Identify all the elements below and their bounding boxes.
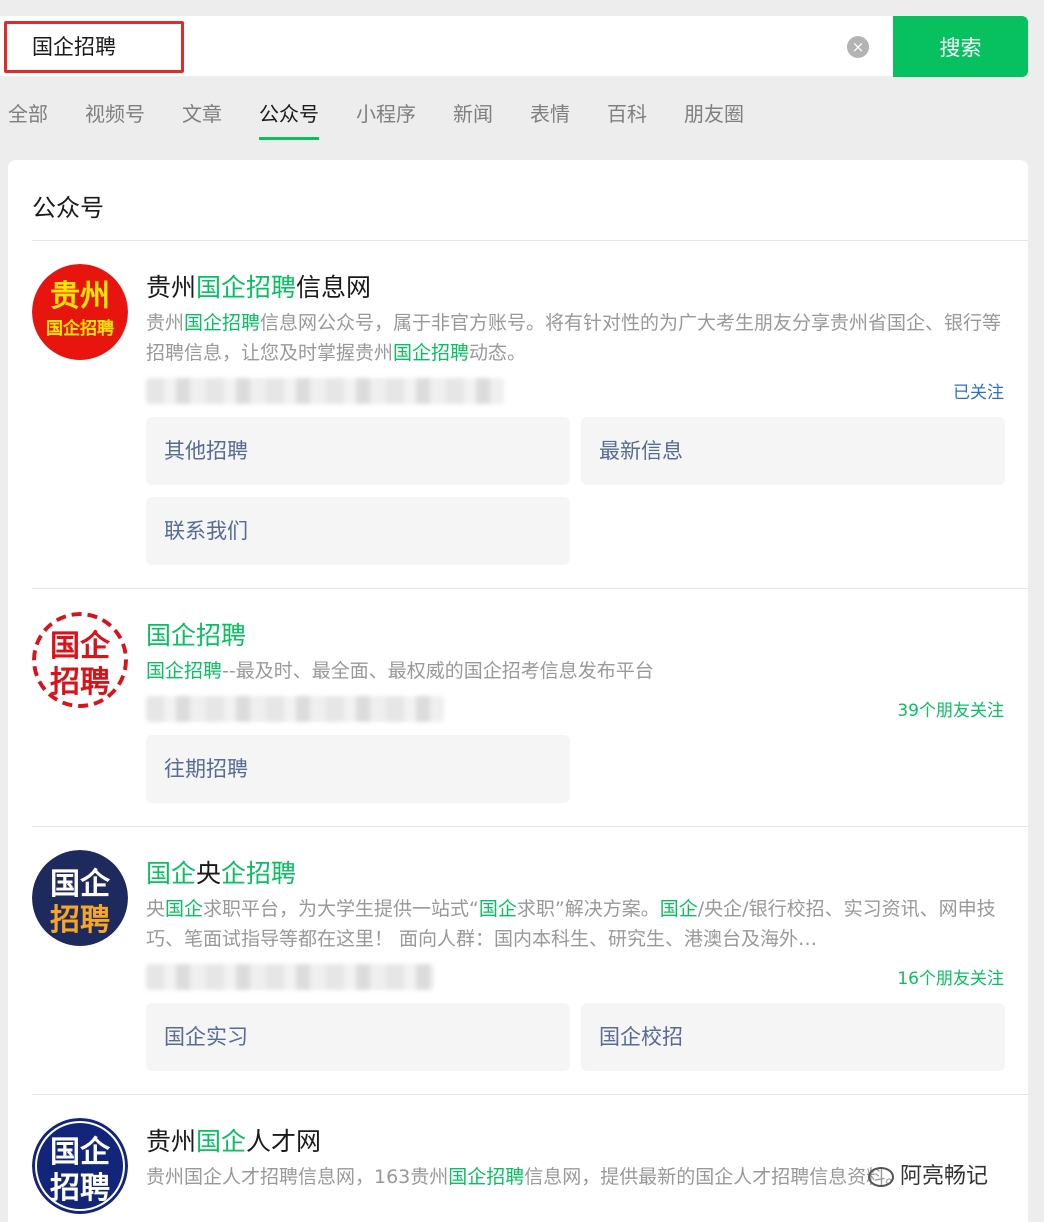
menu-button[interactable]: 最新信息 — [581, 417, 1005, 485]
clear-icon[interactable]: × — [847, 36, 869, 58]
menu-button[interactable]: 往期招聘 — [146, 735, 570, 803]
account-item[interactable]: 国企 招聘 国企央企招聘 央国企求职平台，为大学生提供一站式“国企求职”解决方案… — [32, 850, 1005, 1094]
account-name[interactable]: 国企央企招聘 — [146, 854, 296, 890]
tab-encyclopedia[interactable]: 百科 — [607, 98, 647, 140]
tab-moments[interactable]: 朋友圈 — [684, 98, 744, 140]
avatar-text: 国企 — [50, 1135, 111, 1170]
avatar-text: 贵州 — [50, 279, 110, 314]
tab-articles[interactable]: 文章 — [182, 98, 222, 140]
annotation-highlight-box — [4, 21, 184, 73]
menu-button[interactable]: 其他招聘 — [146, 417, 570, 485]
divider — [32, 1094, 1028, 1095]
blurred-account-id — [146, 696, 444, 722]
avatar-text: 国企 — [50, 629, 111, 664]
follow-status: 16个朋友关注 — [897, 969, 1004, 989]
avatar-text: 国企招聘 — [46, 318, 114, 339]
tab-mini-programs[interactable]: 小程序 — [356, 98, 416, 140]
avatar-text: 招聘 — [50, 903, 110, 938]
watermark: 阿亮畅记 — [868, 1158, 988, 1190]
divider — [32, 826, 1028, 827]
account-avatar[interactable]: 贵州 国企招聘 — [32, 264, 128, 360]
account-avatar[interactable]: 国企 招聘 — [32, 612, 128, 708]
results-card: 公众号 贵州 国企招聘 贵州国企招聘信息网 贵州国企招聘信息网公众号，属于非官方… — [8, 160, 1028, 1222]
follow-status: 39个朋友关注 — [897, 701, 1004, 721]
account-name[interactable]: 国企招聘 — [146, 616, 246, 652]
account-description: 贵州国企招聘信息网公众号，属于非官方账号。将有针对性的为广大考生朋友分享贵州省国… — [146, 312, 1002, 364]
account-avatar[interactable]: 国企 招聘 — [32, 1118, 128, 1214]
account-name[interactable]: 贵州国企招聘信息网 — [146, 268, 371, 304]
blurred-account-id — [146, 964, 434, 990]
divider — [32, 240, 1028, 241]
account-description: 国企招聘--最及时、最全面、最权威的国企招考信息发布平台 — [146, 660, 654, 682]
account-name[interactable]: 贵州国企人才网 — [146, 1122, 321, 1158]
category-tabs: 全部 视频号 文章 公众号 小程序 新闻 表情 百科 朋友圈 — [8, 98, 781, 140]
menu-button[interactable]: 国企实习 — [146, 1003, 570, 1071]
tab-all[interactable]: 全部 — [8, 98, 48, 140]
tab-official-accounts[interactable]: 公众号 — [259, 98, 319, 140]
tab-stickers[interactable]: 表情 — [530, 98, 570, 140]
account-item[interactable]: 国企 招聘 国企招聘 国企招聘--最及时、最全面、最权威的国企招考信息发布平台 … — [32, 612, 1004, 826]
search-button[interactable]: 搜索 — [893, 16, 1028, 77]
divider — [32, 588, 1028, 589]
avatar-text: 国企 — [50, 867, 111, 902]
avatar-text: 招聘 — [50, 665, 110, 700]
tab-channels[interactable]: 视频号 — [85, 98, 145, 140]
menu-button[interactable]: 联系我们 — [146, 497, 570, 565]
follow-status: 已关注 — [953, 383, 1004, 403]
account-description: 央国企求职平台，为大学生提供一站式“国企求职”解决方案。国企/央企/银行校招、实… — [146, 898, 996, 950]
avatar-text: 招聘 — [50, 1171, 110, 1206]
tab-news[interactable]: 新闻 — [453, 98, 493, 140]
account-item[interactable]: 国企 招聘 贵州国企人才网 贵州国企人才招聘信息网，163贵州国企招聘信息网，提… — [32, 1118, 1004, 1222]
section-title: 公众号 — [32, 194, 104, 222]
menu-button[interactable]: 国企校招 — [581, 1003, 1005, 1071]
wechat-icon — [868, 1167, 894, 1187]
account-item[interactable]: 贵州 国企招聘 贵州国企招聘信息网 贵州国企招聘信息网公众号，属于非官方账号。将… — [32, 264, 1005, 588]
blurred-account-id — [146, 378, 504, 404]
search-bar — [0, 16, 894, 76]
account-avatar[interactable]: 国企 招聘 — [32, 850, 128, 946]
